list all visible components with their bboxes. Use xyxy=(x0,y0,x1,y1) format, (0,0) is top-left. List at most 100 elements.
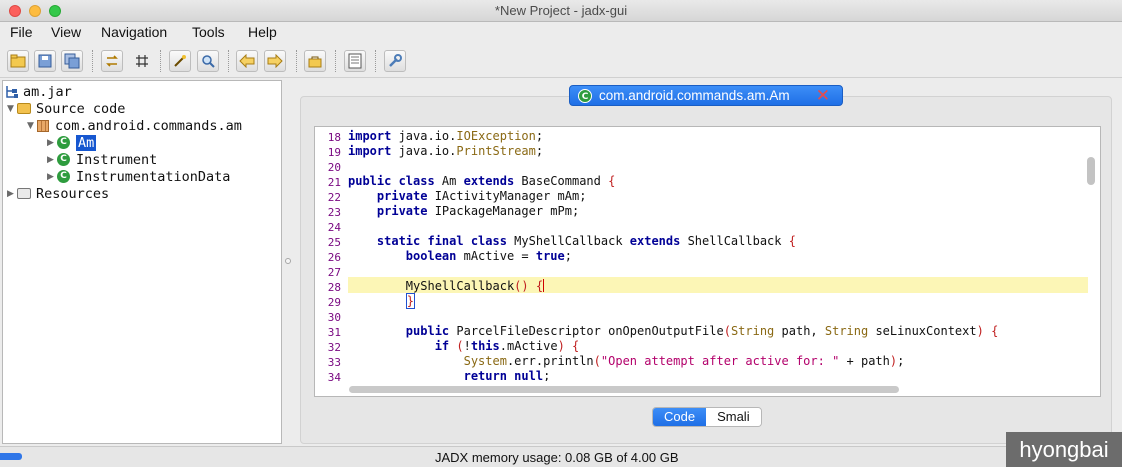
divider-handle-icon[interactable] xyxy=(285,258,291,264)
code-editor[interactable]: 18 19 20 21 22 23 24 25 26 27 28 29 30 3… xyxy=(314,126,1101,397)
collapsed-icon[interactable]: ▶ xyxy=(7,189,17,199)
tree-class-label: Instrument xyxy=(76,151,158,168)
view-mode-toggle: Code Smali xyxy=(652,407,762,427)
tree-resources[interactable]: ▶ Resources xyxy=(7,185,109,202)
menu-file[interactable]: File xyxy=(10,24,33,40)
line-number: 18 xyxy=(327,131,341,144)
code-line: System.err.println("Open attempt after a… xyxy=(463,354,905,368)
class-icon: C xyxy=(57,153,70,166)
collapsed-icon[interactable]: ▶ xyxy=(47,172,57,182)
split-pane-divider[interactable] xyxy=(283,80,293,444)
collapsed-icon[interactable]: ▶ xyxy=(47,155,57,165)
save-all-icon[interactable] xyxy=(61,50,83,72)
code-line: static final class MyShellCallback exten… xyxy=(376,234,796,248)
tree-source-code[interactable]: ▼ Source code xyxy=(7,100,125,117)
deobfuscate-icon[interactable] xyxy=(304,50,326,72)
line-number: 33 xyxy=(327,356,341,369)
code-line: boolean mActive = true; xyxy=(405,249,572,263)
tree-package[interactable]: ▼ com.android.commands.am xyxy=(27,117,242,134)
tree-class-instrument[interactable]: ▶ C Instrument xyxy=(47,151,157,168)
tab-am[interactable]: C com.android.commands.am.Am ✕ xyxy=(569,85,843,106)
tree-class-label: InstrumentationData xyxy=(76,168,231,185)
toolbar-separator xyxy=(160,50,161,72)
toolbar-separator xyxy=(228,50,229,72)
code-line: import java.io.IOException; xyxy=(348,129,544,143)
tree-package-label: com.android.commands.am xyxy=(55,117,242,134)
vertical-scrollbar[interactable] xyxy=(1087,157,1095,185)
tree-root[interactable]: am.jar xyxy=(5,83,72,100)
tab-label: com.android.commands.am.Am xyxy=(599,88,790,103)
line-number-gutter: 18 19 20 21 22 23 24 25 26 27 28 29 30 3… xyxy=(315,127,345,383)
sync-icon[interactable] xyxy=(101,50,123,72)
line-number: 30 xyxy=(327,311,341,324)
memory-usage-text: JADX memory usage: 0.08 GB of 4.00 GB xyxy=(435,450,679,465)
save-icon[interactable] xyxy=(34,50,56,72)
toolbar-separator xyxy=(335,50,336,72)
code-line: MyShellCallback() { xyxy=(348,279,545,293)
line-number: 19 xyxy=(327,146,341,159)
tree-resources-label: Resources xyxy=(36,185,110,202)
code-line: public ParcelFileDescriptor onOpenOutput… xyxy=(405,324,999,338)
code-line: import java.io.PrintStream; xyxy=(348,144,544,158)
tree-class-label: Am xyxy=(76,134,97,151)
toolbar xyxy=(0,44,1122,78)
expanded-icon[interactable]: ▼ xyxy=(7,104,17,114)
tree-class-am[interactable]: ▶ C Am xyxy=(47,134,97,151)
project-tree[interactable]: am.jar ▼ Source code ▼ com.android.comma… xyxy=(2,80,282,444)
toolbar-separator xyxy=(375,50,376,72)
forward-icon[interactable] xyxy=(264,50,286,72)
line-number: 32 xyxy=(327,341,341,354)
back-icon[interactable] xyxy=(236,50,258,72)
collapsed-icon[interactable]: ▶ xyxy=(47,138,57,148)
code-line: public class Am extends BaseCommand { xyxy=(348,174,616,188)
tab-smali[interactable]: Smali xyxy=(706,408,761,426)
menu-help[interactable]: Help xyxy=(248,24,277,40)
tree-source-code-label: Source code xyxy=(36,100,126,117)
line-number: 29 xyxy=(327,296,341,309)
window-title: *New Project - jadx-gui xyxy=(494,3,628,18)
title-bar: *New Project - jadx-gui xyxy=(0,0,1122,22)
flatten-icon[interactable] xyxy=(131,50,153,72)
class-icon: C xyxy=(578,88,592,103)
code-line: if (!this.mActive) { xyxy=(434,339,580,353)
memory-progress-bar xyxy=(0,453,22,460)
code-line: return null; xyxy=(463,369,551,381)
line-number: 34 xyxy=(327,371,341,381)
line-number: 24 xyxy=(327,221,341,234)
line-number: 27 xyxy=(327,266,341,279)
resources-folder-icon xyxy=(17,188,31,199)
watermark: hyongbai xyxy=(1006,432,1122,467)
toolbar-separator xyxy=(296,50,297,72)
decompile-icon[interactable] xyxy=(169,50,191,72)
folder-icon xyxy=(17,103,31,114)
line-number: 21 xyxy=(327,176,341,189)
class-icon: C xyxy=(57,170,70,183)
line-number: 26 xyxy=(327,251,341,264)
class-icon: C xyxy=(57,136,70,149)
tab-code[interactable]: Code xyxy=(653,408,707,426)
jar-icon xyxy=(5,85,19,99)
tree-root-label: am.jar xyxy=(23,83,72,100)
toolbar-separator xyxy=(92,50,93,72)
code-line: private IActivityManager mAm; xyxy=(376,189,587,203)
package-icon xyxy=(37,119,49,132)
menu-view[interactable]: View xyxy=(51,24,81,40)
preferences-icon[interactable] xyxy=(384,50,406,72)
line-number: 20 xyxy=(327,161,341,174)
code-line: private IPackageManager mPm; xyxy=(376,204,580,218)
expanded-icon[interactable]: ▼ xyxy=(27,121,37,131)
horizontal-scrollbar[interactable] xyxy=(349,386,899,393)
tree-class-instrumentationdata[interactable]: ▶ C InstrumentationData xyxy=(47,168,230,185)
close-tab-icon[interactable]: ✕ xyxy=(816,86,830,106)
menu-tools[interactable]: Tools xyxy=(192,24,225,40)
menu-bar: File View Navigation Tools Help xyxy=(0,22,1122,44)
line-number: 28 xyxy=(327,281,341,294)
line-number: 22 xyxy=(327,191,341,204)
line-number: 25 xyxy=(327,236,341,249)
menu-navigation[interactable]: Navigation xyxy=(101,24,167,40)
log-icon[interactable] xyxy=(344,50,366,72)
open-icon[interactable] xyxy=(7,50,29,72)
line-number: 31 xyxy=(327,326,341,339)
search-icon[interactable] xyxy=(197,50,219,72)
line-number: 23 xyxy=(327,206,341,219)
